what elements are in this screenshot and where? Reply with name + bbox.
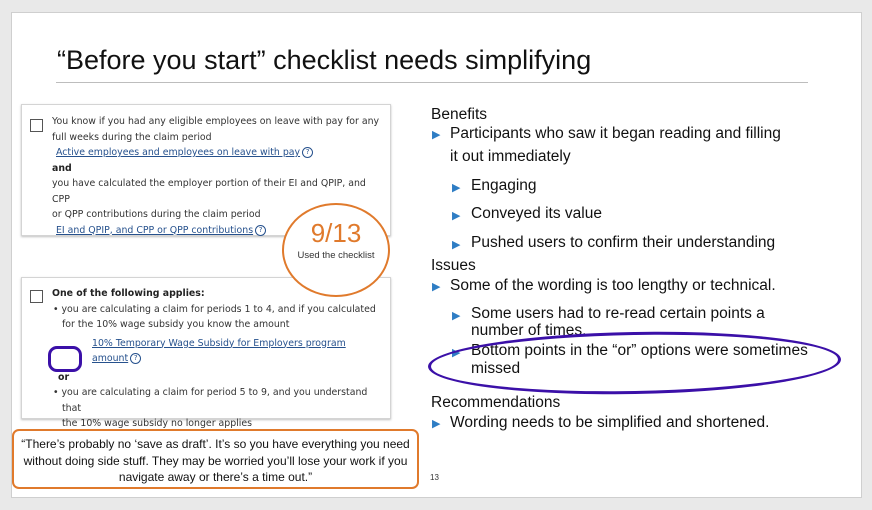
card1-line: You know if you had any eligible employe… xyxy=(52,116,380,127)
usage-badge: 9/13 Used the checklist xyxy=(282,203,390,297)
benefit-main-line: it out immediately xyxy=(450,148,571,165)
card2-line: for the 10% wage subsidy you know the am… xyxy=(62,319,290,330)
benefit-sub-item: Conveyed its value xyxy=(471,205,602,222)
participant-quote: “There’s probably no ‘save as draft’. It… xyxy=(12,429,419,489)
issue-sub-item: Some users had to re-read certain points… xyxy=(471,305,765,322)
recommendations-heading: Recommendations xyxy=(431,394,561,411)
benefits-heading: Benefits xyxy=(431,106,488,123)
triangle-right-icon: ▶ xyxy=(432,281,441,293)
benefit-sub-item: Engaging xyxy=(471,177,537,194)
help-circle-icon[interactable]: ? xyxy=(255,224,267,236)
or-annotation-circle xyxy=(48,346,82,372)
checkbox-icon[interactable] xyxy=(30,119,43,132)
triangle-right-icon: ▶ xyxy=(432,129,441,141)
title-divider xyxy=(56,82,808,83)
triangle-right-icon: ▶ xyxy=(452,210,461,222)
slide: “Before you start” checklist needs simpl… xyxy=(11,12,862,498)
triangle-right-icon: ▶ xyxy=(452,182,461,194)
recommendation-main-line: Wording needs to be simplified and short… xyxy=(450,414,770,431)
checkbox-icon[interactable] xyxy=(30,290,43,303)
active-employees-link[interactable]: Active employees and employees on leave … xyxy=(56,147,300,158)
page-number: 13 xyxy=(430,473,439,482)
card1-line: full weeks during the claim period xyxy=(52,131,212,143)
ei-qpip-link[interactable]: EI and QPIP, and CPP or QPP contribution… xyxy=(56,225,253,236)
help-circle-icon[interactable]: ? xyxy=(130,353,142,364)
card2-line: • you are calculating a claim for period… xyxy=(53,303,376,315)
slide-title: “Before you start” checklist needs simpl… xyxy=(57,45,592,75)
issues-heading: Issues xyxy=(431,257,476,274)
usage-badge-value: 9/13 xyxy=(310,218,362,248)
benefit-main-line: Participants who saw it began reading an… xyxy=(450,125,781,142)
or-label: or xyxy=(58,371,70,383)
issue-main-line: Some of the wording is too lengthy or te… xyxy=(450,277,776,294)
triangle-right-icon: ▶ xyxy=(432,418,441,430)
checklist-card-2-text: One of the following applies: • you are … xyxy=(52,286,384,432)
help-circle-icon[interactable]: ? xyxy=(302,147,314,158)
benefit-sub-item: Pushed users to confirm their understand… xyxy=(471,234,776,251)
triangle-right-icon: ▶ xyxy=(452,239,461,251)
triangle-right-icon: ▶ xyxy=(452,310,461,322)
usage-badge-caption: Used the checklist xyxy=(297,250,375,261)
card2-line: • you are calculating a claim for period… xyxy=(53,387,368,414)
and-label: and xyxy=(52,162,72,174)
